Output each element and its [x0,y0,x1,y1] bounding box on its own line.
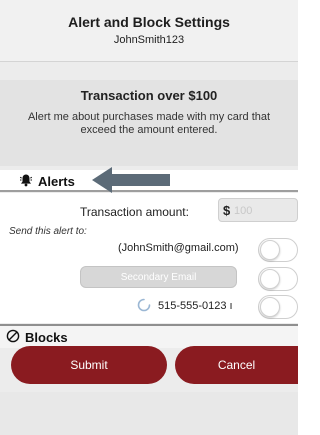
submit-button[interactable]: Submit [11,346,167,384]
transaction-title: Transaction over $100 [80,88,218,103]
bottom-area [0,392,298,435]
transaction-description: Alert me about purchases made with my ca… [27,111,271,136]
currency-symbol: $ [223,203,231,218]
email-alert-toggle[interactable] [258,238,298,262]
submit-label: Submit [70,358,108,372]
transaction-amount-input[interactable] [234,202,294,219]
recipient-phone: 515-555-0123 ı [158,300,233,312]
blocks-section-header: Blocks [0,326,298,348]
transaction-amount-label: Transaction amount: [80,205,189,219]
blocks-label: Blocks [25,330,68,345]
loading-spinner-icon [137,298,151,312]
secondary-email-placeholder: Secondary Email [120,272,197,283]
pointer-arrow [92,167,170,193]
alerts-label: Alerts [38,174,75,189]
cancel-button[interactable]: Cancel [175,346,298,384]
secondary-email-field[interactable]: Secondary Email [80,266,237,288]
phone-alert-toggle[interactable] [258,295,298,319]
transaction-panel: Transaction over $100 Alert me about pur… [0,80,298,166]
block-icon [6,329,20,343]
bell-icon [19,174,33,187]
page-title: Alert and Block Settings [68,14,230,30]
send-alert-to-label: Send this alert to: [9,226,87,237]
toggle-knob [260,297,280,317]
username: JohnSmith123 [113,34,185,46]
alert-block-settings-screen: Alert and Block Settings JohnSmith123 Tr… [0,0,298,435]
header: Alert and Block Settings JohnSmith123 [0,0,298,62]
toggle-knob [260,269,280,289]
recipient-email: (JohnSmith@gmail.com) [118,242,239,254]
toggle-knob [260,240,280,260]
cancel-label: Cancel [217,358,256,372]
transaction-amount-field[interactable]: $ [218,198,298,222]
secondary-email-toggle[interactable] [258,267,298,291]
